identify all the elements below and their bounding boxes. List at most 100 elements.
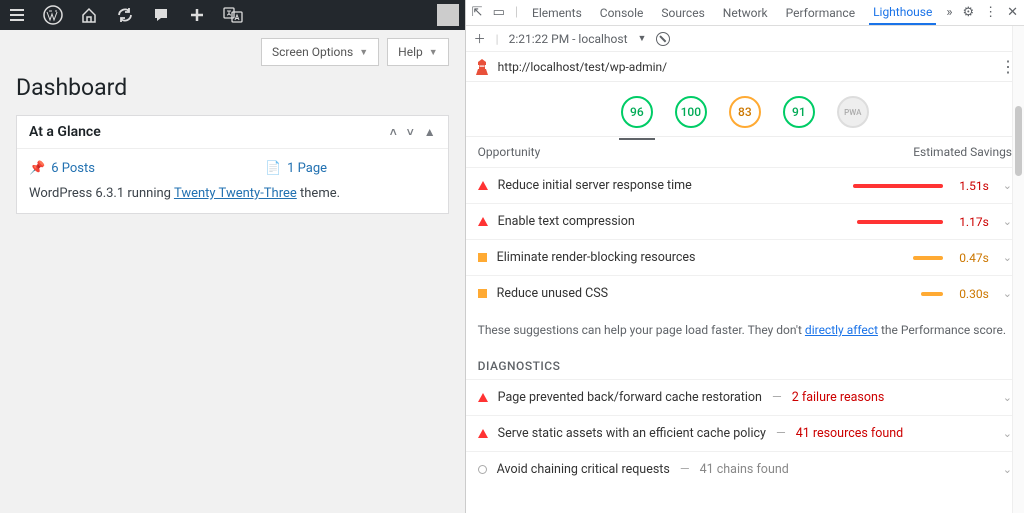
chevron-down-icon: ⌄ <box>1003 391 1012 404</box>
diagnostic-label: Avoid chaining critical requests <box>497 462 670 477</box>
opportunity-row[interactable]: Reduce initial server response time 1.51s… <box>466 167 1024 203</box>
clear-icon[interactable] <box>656 32 670 46</box>
tab-elements[interactable]: Elements <box>528 2 586 24</box>
close-icon[interactable]: ✕ <box>1007 5 1018 20</box>
diagnostic-label: Serve static assets with an efficient ca… <box>498 426 766 441</box>
chevron-down-icon: ⌄ <box>1003 251 1012 264</box>
refresh-icon[interactable] <box>114 4 136 26</box>
tab-network[interactable]: Network <box>719 2 772 24</box>
chevron-down-icon: ⌄ <box>1003 179 1012 192</box>
lighthouse-subbar: ＋ | 2:21:22 PM - localhost ▼ <box>466 26 1024 52</box>
devtools-panel: ⇱ ▭ | Elements Console Sources Network P… <box>465 0 1024 513</box>
severity-icon <box>478 181 488 190</box>
translate-icon[interactable] <box>222 4 244 26</box>
scores-row: 96 100 83 91 PWA <box>466 82 1024 137</box>
wp-content: Screen Options▼ Help▼ Dashboard At a Gla… <box>0 30 465 513</box>
scrollbar[interactable] <box>1012 26 1024 513</box>
opportunity-note: These suggestions can help your page loa… <box>466 311 1024 349</box>
pin-icon: 📌 <box>29 161 45 176</box>
url-bar: http://localhost/test/wp-admin/ ⋮ <box>466 52 1024 82</box>
tab-performance[interactable]: Performance <box>782 2 859 24</box>
devtools-tabs: ⇱ ▭ | Elements Console Sources Network P… <box>466 0 1024 26</box>
savings-time: 1.51s <box>953 179 989 193</box>
severity-icon <box>478 465 487 474</box>
diagnostic-row[interactable]: Page prevented back/forward cache restor… <box>466 379 1024 415</box>
more-tabs-icon[interactable]: » <box>946 5 952 20</box>
opportunity-label: Reduce unused CSS <box>497 286 608 301</box>
directly-affect-link[interactable]: directly affect <box>805 323 878 337</box>
diagnostic-extra: 41 resources found <box>796 426 904 441</box>
savings-time: 0.30s <box>953 287 989 301</box>
menu-icon[interactable] <box>6 4 28 26</box>
panel-toggle-icon[interactable]: ▲ <box>424 125 436 139</box>
severity-icon <box>478 289 487 298</box>
savings-time: 0.47s <box>953 251 989 265</box>
scrollbar-thumb[interactable] <box>1015 106 1022 176</box>
opportunity-label: Reduce initial server response time <box>498 178 692 193</box>
kebab-icon[interactable]: ⋮ <box>984 5 997 20</box>
new-report-icon[interactable]: ＋ <box>474 30 486 47</box>
screen-options-button[interactable]: Screen Options▼ <box>261 38 379 66</box>
score-gauge[interactable]: PWA <box>837 96 869 128</box>
tab-sources[interactable]: Sources <box>657 2 708 24</box>
chevron-down-icon: ▼ <box>429 47 438 58</box>
device-icon[interactable]: ▭ <box>493 5 505 20</box>
chevron-down-icon: ⌄ <box>1003 215 1012 228</box>
settings-icon[interactable]: ⚙ <box>962 5 974 20</box>
report-time[interactable]: 2:21:22 PM - localhost <box>509 32 628 46</box>
tab-lighthouse[interactable]: Lighthouse <box>869 1 936 25</box>
wordpress-logo-icon[interactable] <box>42 4 64 26</box>
wordpress-admin: Screen Options▼ Help▼ Dashboard At a Gla… <box>0 0 465 513</box>
savings-bar <box>853 184 943 188</box>
home-icon[interactable] <box>78 4 100 26</box>
comment-icon[interactable] <box>150 4 172 26</box>
savings-bar <box>921 292 943 296</box>
diagnostic-extra: 2 failure reasons <box>792 390 885 405</box>
panel-title: At a Glance <box>29 124 101 140</box>
score-gauge[interactable]: 83 <box>729 96 761 128</box>
chevron-down-icon: ⌄ <box>1003 463 1012 476</box>
chevron-down-icon: ⌄ <box>1003 287 1012 300</box>
diagnostic-label: Page prevented back/forward cache restor… <box>498 390 762 405</box>
opportunity-row[interactable]: Enable text compression1.17s⌄ <box>466 203 1024 239</box>
savings-time: 1.17s <box>953 215 989 229</box>
score-gauge[interactable]: 91 <box>783 96 815 128</box>
opportunity-row[interactable]: Eliminate render-blocking resources 0.47s… <box>466 239 1024 275</box>
pages-link[interactable]: 📄 1 Page <box>265 161 327 176</box>
posts-link[interactable]: 📌 6 Posts <box>29 161 95 176</box>
severity-icon <box>478 253 487 262</box>
diagnostic-row[interactable]: Serve static assets with an efficient ca… <box>466 415 1024 451</box>
at-a-glance-panel: At a Glance ˄ ˅ ▲ 📌 6 Posts 📄 1 Page <box>16 115 449 214</box>
page-title: Dashboard <box>16 74 449 101</box>
wp-admin-bar <box>0 0 465 30</box>
tab-console[interactable]: Console <box>596 2 648 24</box>
panel-up-icon[interactable]: ˄ <box>390 125 397 139</box>
panel-header: At a Glance ˄ ˅ ▲ <box>17 116 448 149</box>
severity-icon <box>478 217 488 226</box>
chevron-down-icon: ▼ <box>359 47 368 58</box>
plus-icon[interactable] <box>186 4 208 26</box>
opportunity-header: Opportunity Estimated Savings <box>466 137 1024 167</box>
diagnostic-row[interactable]: Avoid chaining critical requests — 41 ch… <box>466 451 1024 487</box>
page-icon: 📄 <box>265 161 281 176</box>
severity-icon <box>478 393 488 402</box>
savings-bar <box>857 220 943 224</box>
wp-version-text: WordPress 6.3.1 running Twenty Twenty-Th… <box>29 186 436 201</box>
theme-link[interactable]: Twenty Twenty-Three <box>174 186 297 201</box>
opportunity-row[interactable]: Reduce unused CSS 0.30s ⌄ <box>466 275 1024 311</box>
tested-url: http://localhost/test/wp-admin/ <box>498 60 667 74</box>
score-gauge[interactable]: 96 <box>621 96 653 128</box>
severity-icon <box>478 429 488 438</box>
help-button[interactable]: Help▼ <box>387 38 449 66</box>
panel-down-icon[interactable]: ˅ <box>407 125 414 139</box>
lighthouse-icon <box>474 58 490 76</box>
score-gauge[interactable]: 100 <box>675 96 707 128</box>
diagnostic-extra: 41 chains found <box>700 462 789 477</box>
opportunity-label: Eliminate render-blocking resources <box>497 250 696 265</box>
inspect-icon[interactable]: ⇱ <box>472 5 483 20</box>
diagnostics-title: DIAGNOSTICS <box>466 349 1024 379</box>
chevron-down-icon: ⌄ <box>1003 427 1012 440</box>
savings-bar <box>913 256 943 260</box>
avatar[interactable] <box>437 4 459 26</box>
dropdown-icon[interactable]: ▼ <box>638 33 647 44</box>
